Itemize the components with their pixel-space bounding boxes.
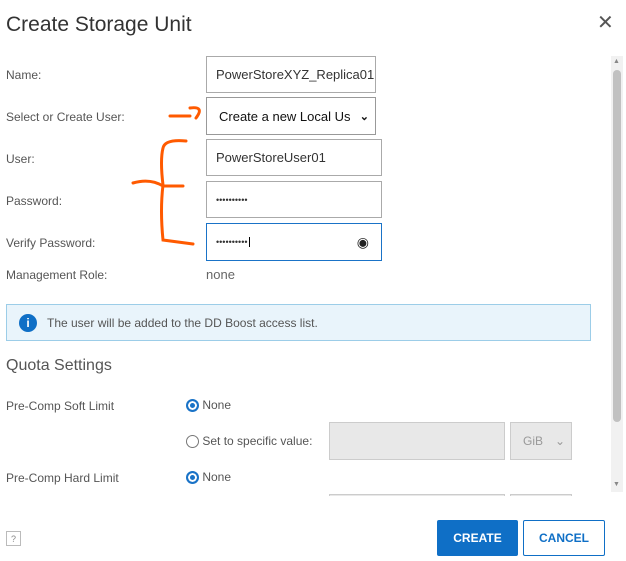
cancel-button[interactable]: CANCEL — [523, 520, 605, 556]
create-button[interactable]: CREATE — [437, 520, 518, 556]
orange-annotations — [131, 106, 201, 246]
help-button[interactable]: ? — [6, 531, 21, 546]
